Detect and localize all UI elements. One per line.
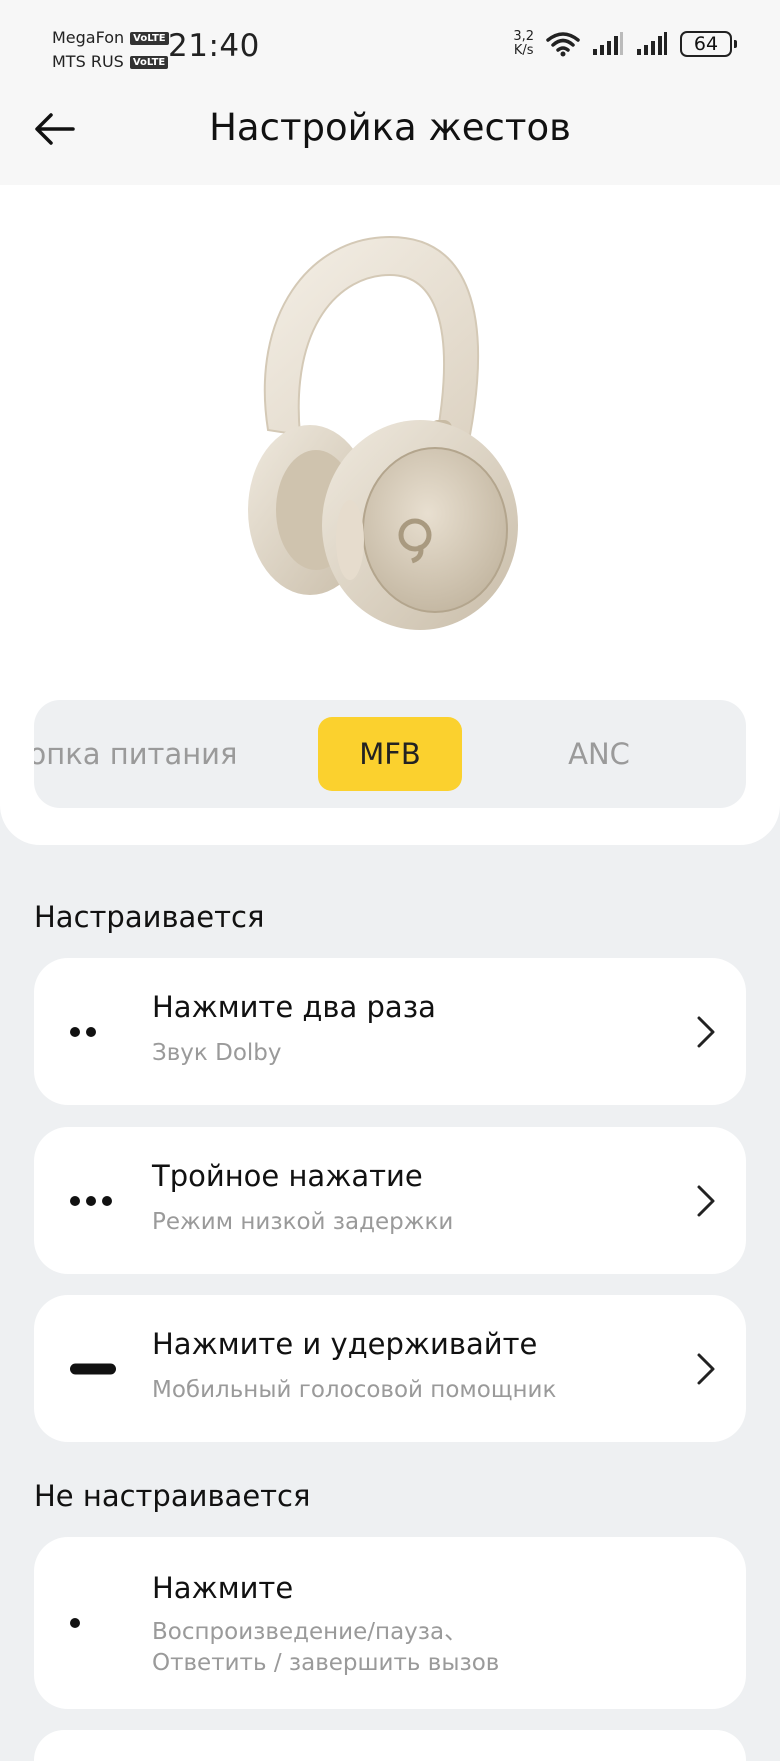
row-subtitle: Режим низкой задержки <box>152 1209 454 1235</box>
battery-icon: 64 <box>680 31 737 57</box>
triple-dot-icon <box>70 1195 112 1206</box>
carrier-1: MegaFon <box>52 28 125 47</box>
status-time: 21:40 <box>168 28 260 64</box>
page-title: Настройка жестов <box>209 106 571 149</box>
long-press-icon <box>70 1363 116 1374</box>
headphones-image <box>248 235 518 630</box>
volte-badge: VoLTE <box>129 55 169 69</box>
signal-icon <box>637 32 667 55</box>
row-subtitle-line2: Ответить / завершить вызов <box>152 1650 500 1676</box>
battery-level: 64 <box>693 33 719 55</box>
gesture-row-double-tap[interactable]: Нажмите два раза Звук Dolby <box>34 958 746 1105</box>
chevron-right-icon <box>697 1353 715 1384</box>
section-title-non-configurable: Не настраивается <box>34 1479 311 1513</box>
carrier-info: MegaFon VoLTE MTS RUS VoLTE <box>52 26 169 74</box>
chevron-right-icon <box>697 1185 715 1216</box>
app-header: Настройка жестов <box>0 90 780 185</box>
gesture-row-single-tap: Нажмите Воспроизведение/пауза、 Ответить … <box>34 1537 746 1709</box>
tab-anc[interactable]: ANC <box>534 700 664 808</box>
row-title: Тройное нажатие <box>152 1159 423 1193</box>
section-title-configurable: Настраивается <box>34 900 265 934</box>
row-title: Нажмите и удерживайте <box>152 1327 538 1361</box>
tab-mfb[interactable]: MFB <box>318 717 462 791</box>
single-dot-icon <box>70 1618 80 1628</box>
volte-badge: VoLTE <box>130 31 169 45</box>
chevron-right-icon <box>697 1016 715 1047</box>
row-title: Нажмите <box>152 1571 294 1605</box>
carrier-2: MTS RUS <box>52 52 124 71</box>
gesture-row-triple-tap[interactable]: Тройное нажатие Режим низкой задержки <box>34 1127 746 1274</box>
signal-icon <box>593 32 623 55</box>
row-subtitle-line1: Воспроизведение/пауза、 <box>152 1619 468 1645</box>
status-bar: MegaFon VoLTE MTS RUS VoLTE 21:40 3,2 K/… <box>0 0 780 90</box>
row-title: Нажмите два раза <box>152 990 436 1024</box>
button-selector[interactable]: опка питания MFB ANC <box>34 700 746 808</box>
row-subtitle: Мобильный голосовой помощник <box>152 1377 557 1403</box>
gesture-row-partial <box>34 1730 746 1761</box>
device-card: опка питания MFB ANC <box>0 185 780 845</box>
double-dot-icon <box>70 1026 96 1037</box>
row-subtitle: Звук Dolby <box>152 1040 282 1066</box>
tab-power-button[interactable]: опка питания <box>34 700 258 808</box>
gesture-row-long-press[interactable]: Нажмите и удерживайте Мобильный голосово… <box>34 1295 746 1442</box>
network-speed: 3,2 K/s <box>513 29 534 58</box>
wifi-icon <box>546 32 580 57</box>
